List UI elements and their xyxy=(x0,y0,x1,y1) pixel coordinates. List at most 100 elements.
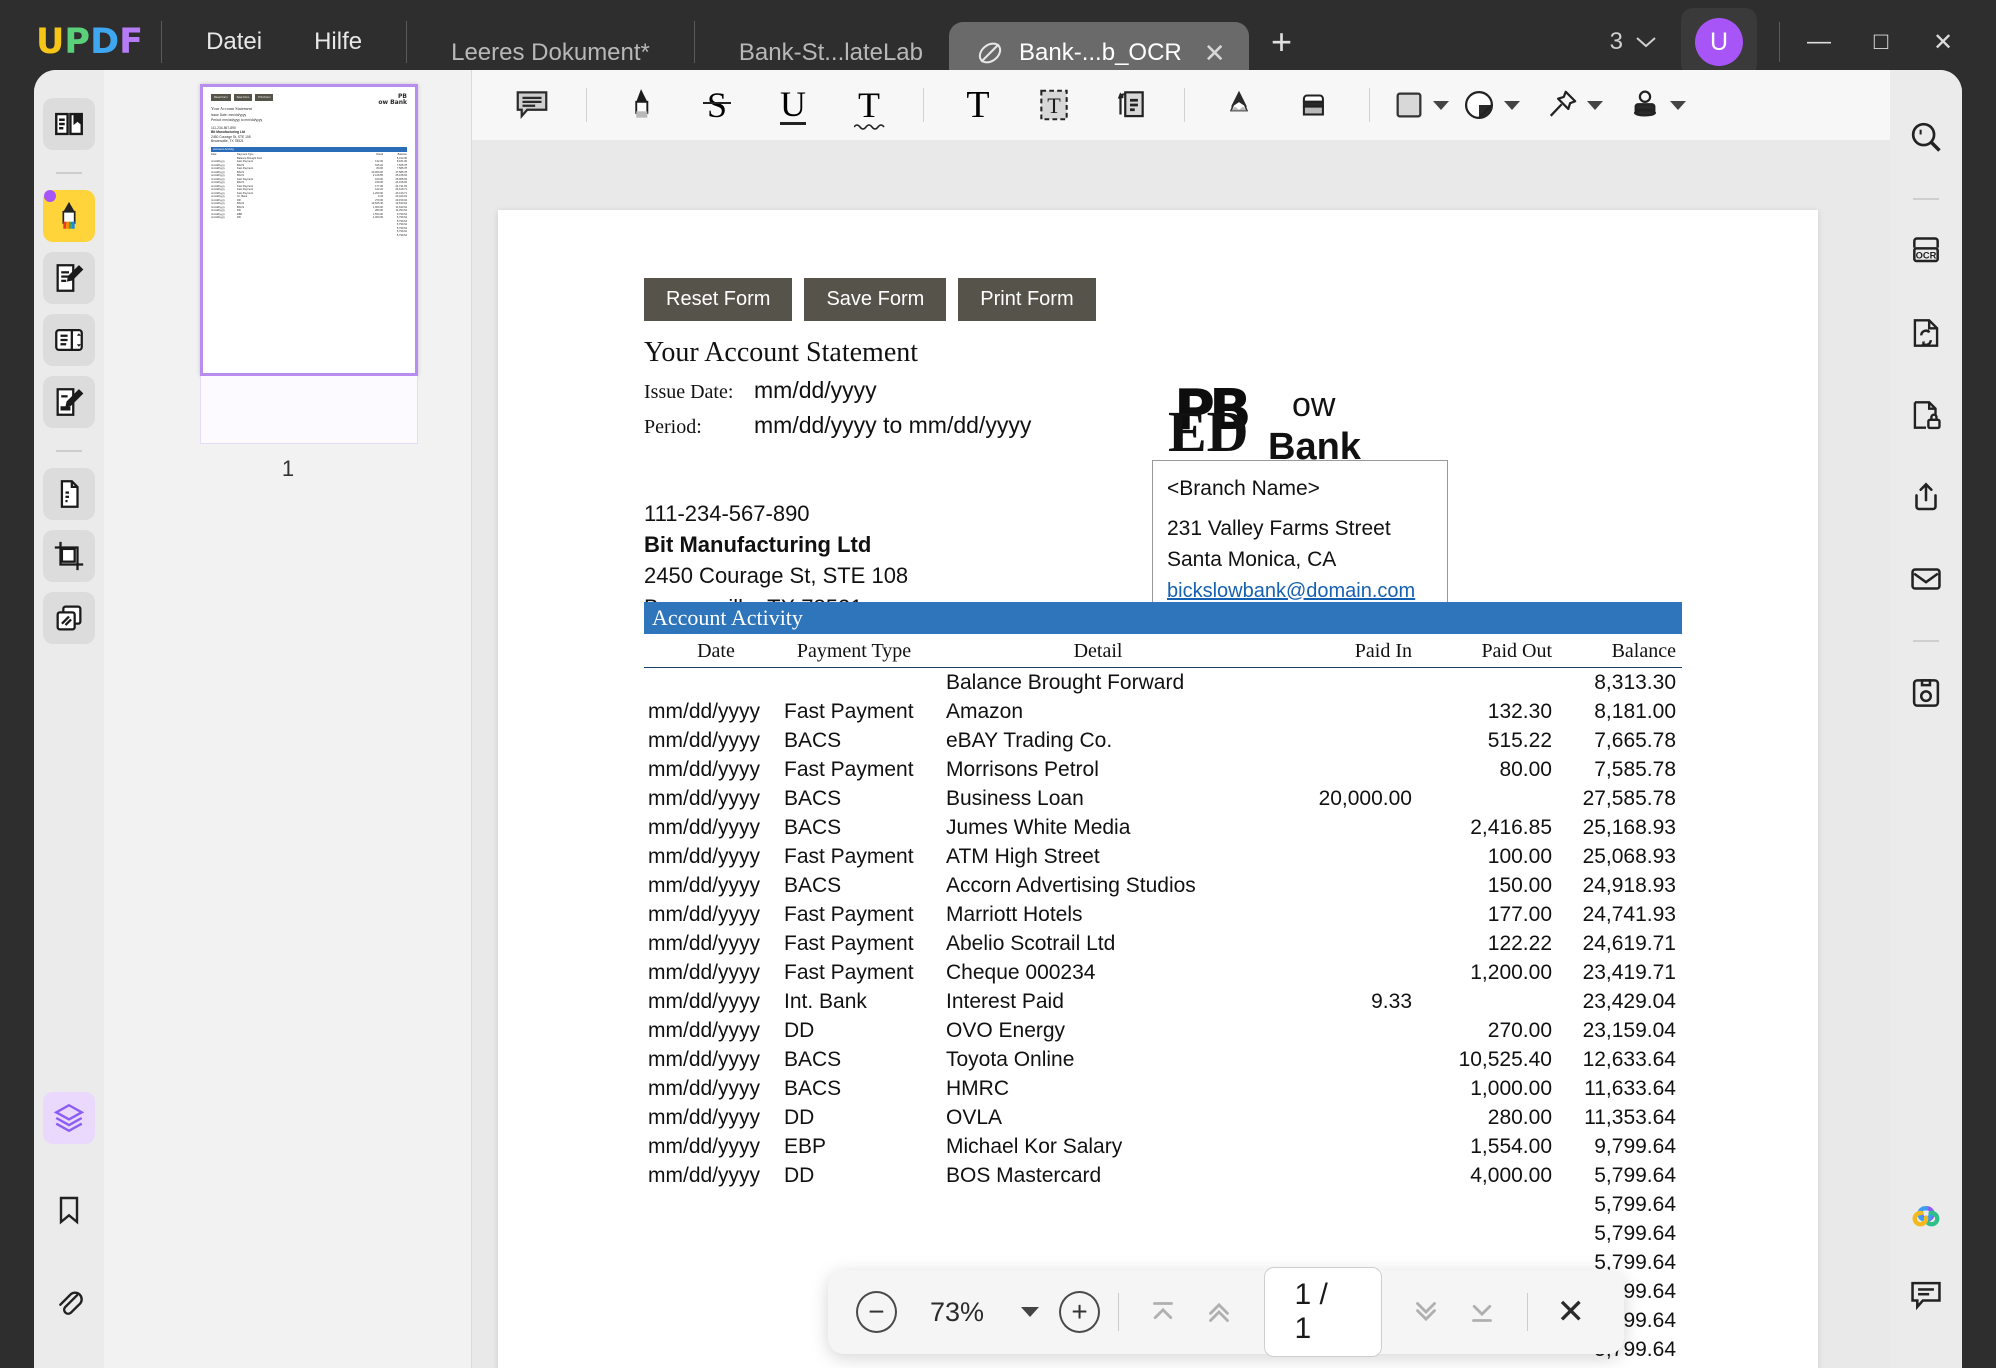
cell-paid-in xyxy=(1272,932,1412,956)
strikethrough-icon[interactable]: S xyxy=(688,79,746,131)
close-zoom-toolbar-button[interactable]: ✕ xyxy=(1546,1292,1596,1332)
shape-icon[interactable] xyxy=(1392,88,1426,122)
edit-pdf-icon[interactable] xyxy=(43,252,95,304)
save-form-button[interactable]: Save Form xyxy=(804,278,947,321)
logo-letter-p: P xyxy=(64,22,91,62)
ai-assistant-icon[interactable] xyxy=(1899,1186,1953,1240)
eraser-icon[interactable] xyxy=(1286,79,1344,131)
cell-paid-in xyxy=(1272,1164,1412,1188)
fill-sign-icon[interactable] xyxy=(43,376,95,428)
document-canvas[interactable]: Reset Form Save Form Print Form Your Acc… xyxy=(472,140,1892,1368)
next-page-button[interactable] xyxy=(1400,1285,1452,1339)
cell-balance: 25,068.93 xyxy=(1582,844,1676,868)
bank-logo: PB ED ow Bank xyxy=(1164,378,1424,468)
cell-date xyxy=(644,1193,784,1217)
logo-letter-u: U xyxy=(36,22,65,62)
first-page-button[interactable] xyxy=(1137,1285,1189,1339)
last-page-button[interactable] xyxy=(1456,1285,1508,1339)
underline-icon[interactable]: U xyxy=(764,79,822,131)
attachment-icon[interactable] xyxy=(43,1276,95,1328)
search-icon[interactable] xyxy=(1899,110,1953,164)
close-button[interactable]: ✕ xyxy=(1912,11,1974,73)
zoom-dropdown-icon[interactable] xyxy=(1021,1307,1040,1317)
col-detail: Detail xyxy=(1073,640,1123,662)
panel-collapse-handle[interactable] xyxy=(44,190,56,202)
cell-payment-type: Fast Payment xyxy=(784,960,914,984)
ocr-icon[interactable]: OCR xyxy=(1899,224,1953,278)
col-payment-type: Payment Type xyxy=(796,640,912,662)
period-field[interactable]: mm/dd/yyyy to mm/dd/yyyy xyxy=(754,412,1031,439)
pencil-icon[interactable] xyxy=(1210,79,1268,131)
cell-date: mm/dd/yyyy xyxy=(648,902,761,926)
sticky-note-icon[interactable] xyxy=(1101,79,1159,131)
previous-page-button[interactable] xyxy=(1193,1285,1245,1339)
comment-list-icon[interactable] xyxy=(1899,1268,1953,1322)
pin-icon[interactable] xyxy=(1544,87,1580,123)
bookmark-icon[interactable] xyxy=(43,1184,95,1236)
avatar: U xyxy=(1695,18,1743,66)
maximize-button[interactable]: □ xyxy=(1850,11,1912,73)
convert-page-icon[interactable] xyxy=(43,468,95,520)
crop-icon[interactable] xyxy=(43,530,95,582)
page-thumbnail[interactable]: PB ow Bank Reset Form Save Form Print Form … xyxy=(200,84,418,376)
address-line-1: 2450 Courage St, STE 108 xyxy=(644,563,909,589)
cell-balance: 27,585.78 xyxy=(1582,786,1676,810)
highlight-icon[interactable] xyxy=(612,79,670,131)
stamp-icon[interactable] xyxy=(1627,87,1663,123)
cell-paid-in xyxy=(1272,1106,1412,1130)
text-box-icon[interactable]: T xyxy=(1025,79,1083,131)
cell-detail: Business Loan xyxy=(946,786,1084,810)
cell-balance: 24,741.93 xyxy=(1582,902,1676,926)
page-thumbnail-continuation xyxy=(200,376,418,444)
zoom-level-value[interactable]: 73% xyxy=(901,1297,1013,1328)
issue-date-field[interactable]: mm/dd/yyyy xyxy=(754,377,877,404)
reader-icon[interactable] xyxy=(43,98,95,150)
minimize-button[interactable]: — xyxy=(1788,11,1850,73)
text-icon[interactable]: T xyxy=(949,79,1007,131)
tab-close-icon[interactable]: ✕ xyxy=(1204,38,1226,69)
menu-hilfe[interactable]: Hilfe xyxy=(288,17,388,67)
cell-payment-type xyxy=(784,1193,924,1217)
share-icon[interactable] xyxy=(1899,470,1953,524)
cell-date: mm/dd/yyyy xyxy=(648,699,761,723)
chevron-down-icon[interactable] xyxy=(1504,100,1520,110)
annotation-toolbar: S U T T T xyxy=(472,70,1892,140)
page-indicator[interactable]: 1 / 1 xyxy=(1263,1267,1383,1357)
print-form-button[interactable]: Print Form xyxy=(958,278,1096,321)
cell-date: mm/dd/yyyy xyxy=(648,786,761,810)
chevron-down-icon[interactable] xyxy=(1587,100,1603,110)
branch-email-link[interactable]: bickslowbank@domain.com xyxy=(1167,576,1433,606)
sticker-icon[interactable] xyxy=(1461,87,1497,123)
zoom-in-button[interactable]: + xyxy=(1059,1291,1100,1333)
menu-datei[interactable]: Datei xyxy=(180,17,288,67)
tab-count-dropdown[interactable]: 3 xyxy=(1600,28,1667,56)
squiggly-underline-icon[interactable]: T xyxy=(840,79,898,131)
save-as-icon[interactable] xyxy=(1899,666,1953,720)
protect-icon[interactable] xyxy=(1899,388,1953,442)
stamp-tool[interactable] xyxy=(1627,87,1686,123)
pin-tool[interactable] xyxy=(1544,87,1603,123)
batch-icon[interactable] xyxy=(43,592,95,644)
branch-info-box: <Branch Name> 231 Valley Farms Street Sa… xyxy=(1152,460,1448,619)
reset-form-button[interactable]: Reset Form xyxy=(644,278,793,321)
pdf-page[interactable]: Reset Form Save Form Print Form Your Acc… xyxy=(498,210,1818,1368)
comment-icon[interactable] xyxy=(503,79,561,131)
tab-label: Bank-St...lateLab xyxy=(738,39,924,66)
account-number: 111-234-567-890 xyxy=(644,501,810,526)
layers-icon[interactable] xyxy=(43,1092,95,1144)
account-button[interactable]: U xyxy=(1681,8,1757,76)
chevron-down-icon[interactable] xyxy=(1670,100,1686,110)
table-row: mm/dd/yyyy BACS eBAY Trading Co. 515.22 7,6… xyxy=(644,726,1682,755)
shape-tool[interactable] xyxy=(1392,88,1449,122)
chevron-down-icon[interactable] xyxy=(1433,100,1449,110)
page-organize-icon[interactable] xyxy=(43,314,95,366)
zoom-out-button[interactable]: − xyxy=(856,1291,897,1333)
email-icon[interactable] xyxy=(1899,552,1953,606)
new-tab-button[interactable]: + xyxy=(1249,21,1314,63)
cell-detail: eBAY Trading Co. xyxy=(946,728,1113,752)
cell-balance: 23,419.71 xyxy=(1582,960,1676,984)
thumbnail-panel: PB ow Bank Reset Form Save Form Print Form … xyxy=(104,70,472,1368)
sticker-tool[interactable] xyxy=(1461,87,1520,123)
cell-detail: ATM High Street xyxy=(946,844,1100,868)
convert-icon[interactable] xyxy=(1899,306,1953,360)
